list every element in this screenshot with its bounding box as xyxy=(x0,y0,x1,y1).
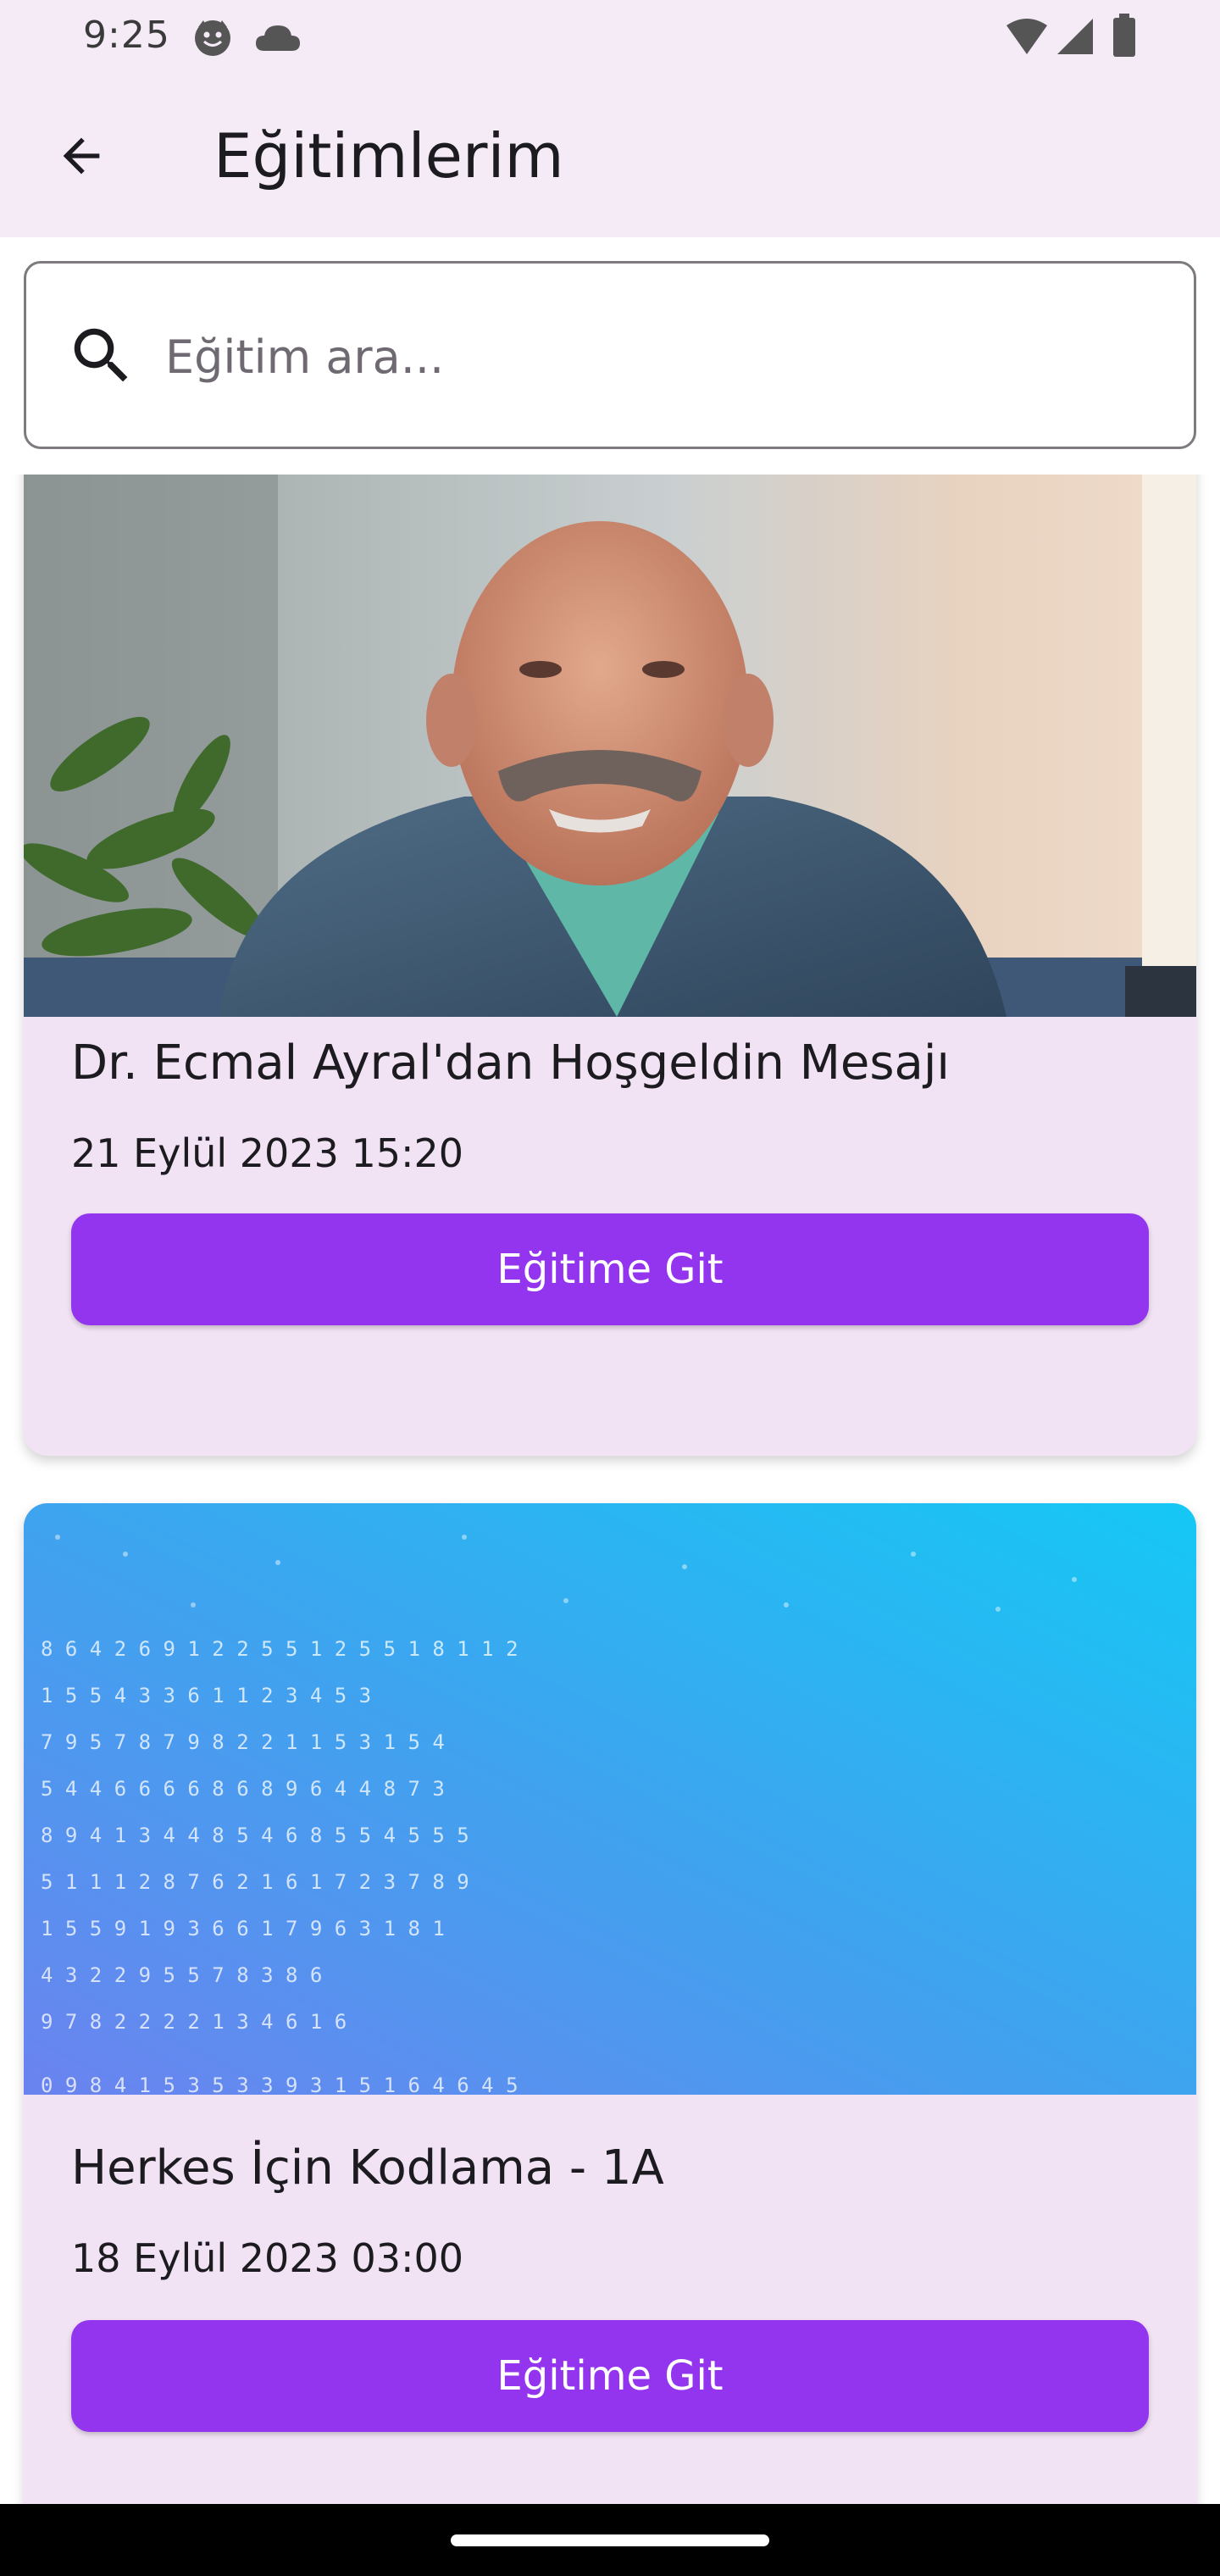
go-to-training-button[interactable]: Eğitime Git xyxy=(71,1213,1149,1325)
arrow-back-icon xyxy=(63,137,100,175)
home-gesture-handle[interactable] xyxy=(451,2534,769,2546)
go-to-training-button[interactable]: Eğitime Git xyxy=(71,2320,1149,2432)
svg-text:8 6 4 2 6 9 1 2 2 5 5 1: 8 6 4 2 6 9 1 2 2 5 5 1 2 5 5 1 8 1 1 2 xyxy=(41,1637,518,1661)
svg-text:5 1 1 1 2 8 7 6 2 1 6: 5 1 1 1 2 8 7 6 2 1 6 1 7 2 3 7 8 9 xyxy=(41,1870,469,1894)
training-card: Dr. Ecmal Ayral'dan Hoşgeldin Mesajı 21 … xyxy=(24,475,1196,1456)
training-title: Dr. Ecmal Ayral'dan Hoşgeldin Mesajı xyxy=(71,1035,950,1091)
svg-text:9 7 8 2 2 2 2 1 3: 9 7 8 2 2 2 2 1 3 4 6 1 6 xyxy=(41,2010,347,2034)
smiley-notification-icon xyxy=(195,20,230,56)
training-list[interactable]: Dr. Ecmal Ayral'dan Hoşgeldin Mesajı 21 … xyxy=(0,475,1220,2504)
digital-numbers-thumbnail: 8 6 4 2 6 9 1 2 2 5 5 1 2 5 5 1 8 1 1 2 … xyxy=(24,1503,1196,2095)
training-date: 21 Eylül 2023 15:20 xyxy=(71,1130,464,1176)
status-bar: 9:25 xyxy=(0,0,1220,75)
wifi-icon xyxy=(1006,19,1047,54)
svg-text:7 9 5 7 8 7 9 8 2: 7 9 5 7 8 7 9 8 2 2 1 1 5 3 1 5 4 xyxy=(41,1730,445,1754)
svg-text:5 4 4 6 6 6 6 8 6 8 9: 5 4 4 6 6 6 6 8 6 8 9 6 4 4 8 7 3 xyxy=(41,1777,445,1801)
app-bar: Eğitimlerim xyxy=(0,75,1220,237)
page-title: Eğitimlerim xyxy=(214,120,564,192)
back-button[interactable] xyxy=(39,114,124,198)
presenter-video-thumbnail xyxy=(24,475,1196,1017)
search-icon xyxy=(74,328,128,382)
svg-text:0 9 8 4 1 5 3 5 3 3 9 3 1: 0 9 8 4 1 5 3 5 3 3 9 3 1 5 1 6 4 6 4 5 xyxy=(41,2074,518,2095)
cloud-icon xyxy=(256,25,300,51)
screen: 9:25 Eğitimlerim Eğitim ara... Dr. Ecmal… xyxy=(0,0,1220,2576)
svg-text:4 3 2 2 9 5 5 7 8: 4 3 2 2 9 5 5 7 8 3 8 6 xyxy=(41,1963,322,1987)
cellular-signal-icon xyxy=(1057,19,1093,54)
training-date: 18 Eylül 2023 03:00 xyxy=(71,2235,464,2281)
svg-text:8 9 4 1 3 4 4 8 5 4 6: 8 9 4 1 3 4 4 8 5 4 6 8 5 5 4 5 5 5 xyxy=(41,1824,469,1847)
training-title: Herkes İçin Kodlama - 1A xyxy=(71,2140,664,2196)
training-card: 8 6 4 2 6 9 1 2 2 5 5 1 2 5 5 1 8 1 1 2 … xyxy=(24,1503,1196,2504)
battery-icon xyxy=(1113,14,1135,57)
svg-text:1 5 5 9 1 9 3 6 6 1 7: 1 5 5 9 1 9 3 6 6 1 7 9 6 3 1 8 1 xyxy=(41,1917,445,1940)
search-input[interactable] xyxy=(165,297,1148,416)
svg-text:1 5 5 4 3 3 6 1 1: 1 5 5 4 3 3 6 1 1 2 3 4 5 3 xyxy=(41,1684,371,1707)
search-field[interactable] xyxy=(24,261,1196,449)
status-time: 9:25 xyxy=(83,14,170,57)
navigation-bar xyxy=(0,2504,1220,2576)
